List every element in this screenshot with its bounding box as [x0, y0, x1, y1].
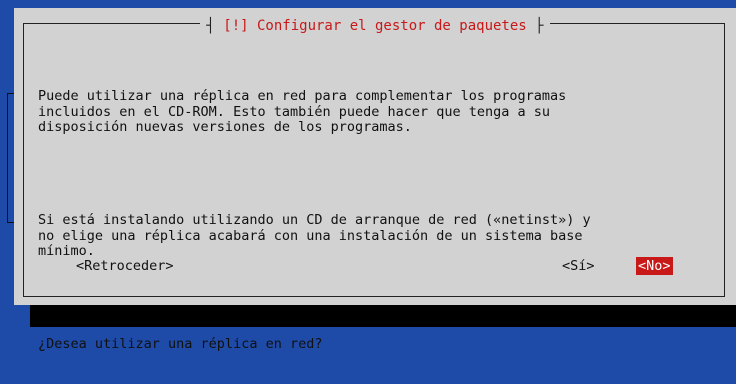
question-text: ¿Desea utilizar una réplica en red?	[38, 336, 323, 352]
yes-button[interactable]: <Sí>	[562, 257, 595, 275]
dialog-title-bar: ┤ [!] Configurar el gestor de paquetes ├	[14, 15, 736, 35]
paragraph-mirror-info: Puede utilizar una réplica en red para c…	[38, 88, 567, 135]
dialog-shadow	[30, 305, 736, 327]
title-text: Configurar el gestor de paquetes	[257, 18, 527, 34]
dialog-buttons: <Retroceder> <Sí> <No>	[14, 257, 736, 275]
no-button[interactable]: <No>	[636, 257, 673, 275]
title-prefix: [!]	[223, 18, 249, 34]
package-manager-dialog: ┤ [!] Configurar el gestor de paquetes ├…	[14, 8, 736, 352]
paragraph-netinst-info: Si está instalando utilizando un CD de a…	[38, 212, 591, 259]
dialog-title: ┤ [!] Configurar el gestor de paquetes ├	[200, 17, 550, 35]
back-button[interactable]: <Retroceder>	[76, 257, 174, 275]
background-window-edge	[7, 93, 14, 223]
dialog-body: Puede utilizar una réplica en red para c…	[38, 58, 718, 384]
